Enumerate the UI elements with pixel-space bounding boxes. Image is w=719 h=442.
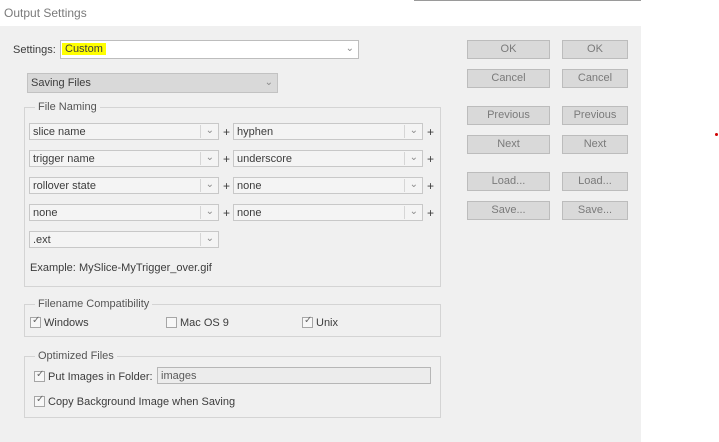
category-value: Saving Files [31, 77, 91, 89]
checkmark-icon: ✓ [304, 315, 313, 326]
chevron-down-icon: ⌄ [409, 152, 418, 163]
plus-sign: + [223, 179, 231, 193]
settings-dropdown[interactable]: Custom ⌄ [60, 40, 359, 59]
naming-field-9[interactable]: .ext ⌄ [29, 231, 219, 248]
chevron-down-icon: ⌄ [205, 152, 214, 163]
naming-field-6[interactable]: none ⌄ [233, 177, 423, 194]
title-bar: Output Settings [0, 0, 641, 26]
chevron-down-icon: ⌄ [264, 77, 273, 88]
file-naming-title: File Naming [35, 101, 100, 113]
images-folder-input[interactable]: images [157, 367, 431, 384]
chevron-down-icon: ⌄ [205, 233, 214, 244]
macos-checkbox[interactable] [166, 317, 177, 328]
cancel-button-2[interactable]: Cancel [562, 69, 628, 88]
plus-sign: + [427, 179, 435, 193]
next-button[interactable]: Next [467, 135, 550, 154]
naming-field-7[interactable]: none ⌄ [29, 204, 219, 221]
settings-value: Custom [62, 43, 106, 55]
plus-sign: + [427, 152, 435, 166]
naming-field-4[interactable]: underscore ⌄ [233, 150, 423, 167]
example-value: MySlice-MyTrigger_over.gif [79, 262, 212, 274]
filename-compatibility-title: Filename Compatibility [35, 298, 153, 310]
naming-field-5[interactable]: rollover state ⌄ [29, 177, 219, 194]
unix-checkbox[interactable]: ✓ [302, 315, 313, 328]
windows-checkbox[interactable]: ✓ [30, 315, 41, 328]
plus-sign: + [223, 206, 231, 220]
plus-sign: + [223, 125, 231, 139]
chevron-down-icon: ⌄ [409, 125, 418, 136]
plus-sign: + [427, 206, 435, 220]
previous-button-2[interactable]: Previous [562, 106, 628, 125]
chevron-down-icon: ⌄ [205, 179, 214, 190]
load-button-2[interactable]: Load... [562, 172, 628, 191]
chevron-down-icon: ⌄ [409, 179, 418, 190]
naming-field-1[interactable]: slice name ⌄ [29, 123, 219, 140]
chevron-down-icon: ⌄ [345, 43, 354, 54]
previous-button[interactable]: Previous [467, 106, 550, 125]
settings-label: Settings: [13, 44, 56, 56]
red-marker-dot [715, 133, 718, 136]
plus-sign: + [223, 152, 231, 166]
next-button-2[interactable]: Next [562, 135, 628, 154]
chevron-down-icon: ⌄ [205, 125, 214, 136]
unix-label[interactable]: Unix [316, 317, 338, 329]
window-title: Output Settings [4, 6, 87, 20]
save-button[interactable]: Save... [467, 201, 550, 220]
chevron-down-icon: ⌄ [409, 206, 418, 217]
category-dropdown[interactable]: Saving Files ⌄ [27, 73, 278, 93]
checkmark-icon: ✓ [36, 394, 45, 405]
save-button-2[interactable]: Save... [562, 201, 628, 220]
output-settings-dialog: Output Settings Settings: Custom ⌄ Savin… [0, 0, 641, 442]
load-button[interactable]: Load... [467, 172, 550, 191]
windows-label[interactable]: Windows [44, 317, 89, 329]
title-divider [414, 0, 641, 1]
cancel-button[interactable]: Cancel [467, 69, 550, 88]
plus-sign: + [427, 125, 435, 139]
copy-background-label[interactable]: Copy Background Image when Saving [48, 396, 235, 408]
checkmark-icon: ✓ [36, 369, 45, 380]
copy-background-checkbox[interactable]: ✓ [34, 394, 45, 407]
optimized-files-group [24, 356, 441, 418]
macos-label[interactable]: Mac OS 9 [180, 317, 229, 329]
naming-field-2[interactable]: hyphen ⌄ [233, 123, 423, 140]
checkmark-icon: ✓ [32, 315, 41, 326]
chevron-down-icon: ⌄ [205, 206, 214, 217]
example-label: Example: [30, 262, 76, 274]
ok-button-2[interactable]: OK [562, 40, 628, 59]
naming-field-8[interactable]: none ⌄ [233, 204, 423, 221]
put-images-checkbox[interactable]: ✓ [34, 369, 45, 382]
put-images-label[interactable]: Put Images in Folder: [48, 371, 153, 383]
naming-field-3[interactable]: trigger name ⌄ [29, 150, 219, 167]
optimized-files-title: Optimized Files [35, 350, 117, 362]
ok-button[interactable]: OK [467, 40, 550, 59]
